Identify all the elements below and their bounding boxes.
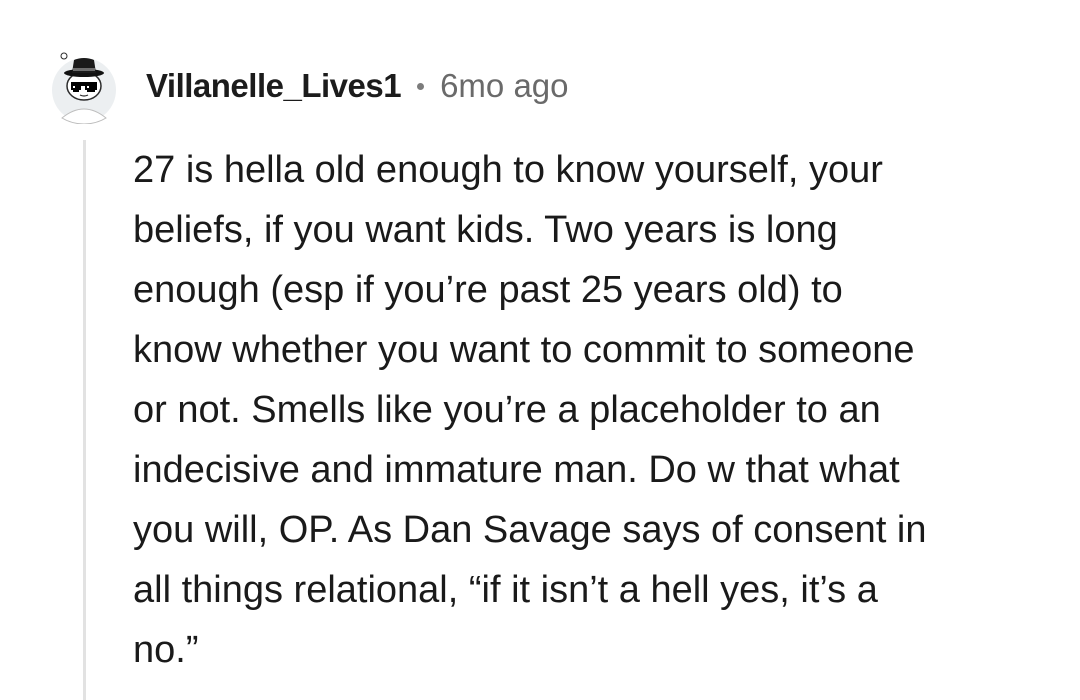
comment-body-line: all things relational, “if it isn’t a he…: [133, 569, 878, 611]
dot-separator-icon: [417, 82, 425, 90]
comment-body-line: no.”: [133, 629, 199, 671]
comment-body-line: know whether you want to commit to someo…: [133, 329, 915, 371]
comment-body-line: you will, OP. As Dan Savage says of cons…: [133, 509, 927, 551]
user-avatar-icon[interactable]: [50, 48, 118, 124]
comment-header: Villanelle_Lives1 6mo ago: [50, 46, 569, 126]
comment-body-line: indecisive and immature man. Do w that w…: [133, 449, 900, 491]
comment-body-line: enough (esp if you’re past 25 years old)…: [133, 269, 843, 311]
comment-timestamp: 6mo ago: [440, 67, 569, 104]
comment-body-line: beliefs, if you want kids. Two years is …: [133, 209, 838, 251]
comment-body-line: or not. Smells like you’re a placeholder…: [133, 389, 881, 431]
comment-body-line: 27 is hella old enough to know yourself,…: [133, 149, 883, 191]
comment-author-username[interactable]: Villanelle_Lives1: [146, 67, 402, 105]
comment-thread-line[interactable]: [83, 140, 86, 700]
comment-body: 27 is hella old enough to know yourself,…: [133, 140, 1053, 680]
